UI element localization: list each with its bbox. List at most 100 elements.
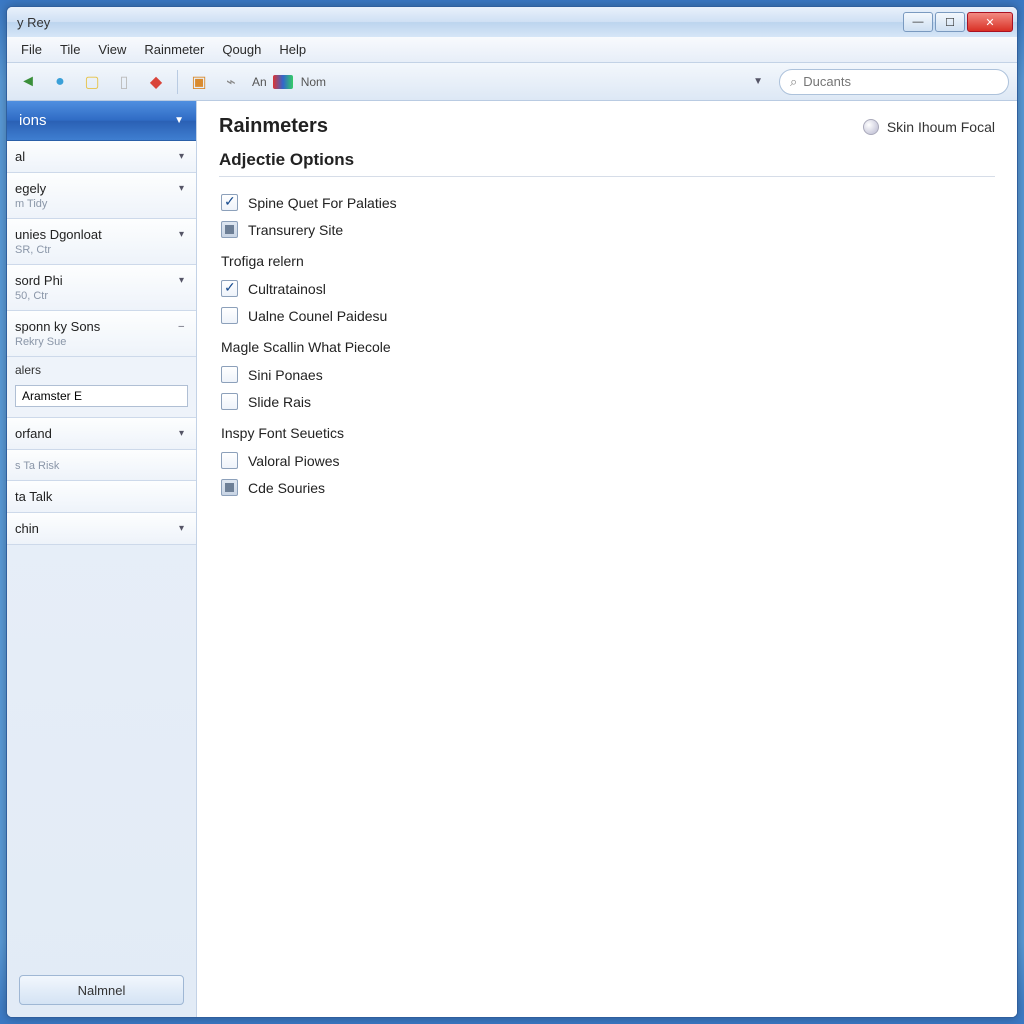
option-label: Sini Ponaes	[248, 367, 323, 383]
minimize-button[interactable]: —	[903, 12, 933, 32]
options-groups: Spine Quet For PalatiesTransurery SiteTr…	[219, 189, 995, 501]
menu-item[interactable]: Help	[279, 42, 306, 57]
sidebar-item[interactable]: ta Talk	[7, 481, 196, 513]
sidebar-item-label: sord Phi	[15, 273, 63, 288]
main-header: Rainmeters Skin Ihoum Focal	[219, 115, 995, 138]
search-box[interactable]: ⌕	[779, 69, 1009, 95]
sidebar-section-label: alers	[7, 357, 196, 381]
option-row[interactable]: Ualne Counel Paidesu	[219, 302, 995, 329]
option-row[interactable]: Valoral Piowes	[219, 447, 995, 474]
page-icon[interactable]: ▯	[111, 69, 137, 95]
app-window: y Rey — ☐ ✕ File Tile View Rainmeter Qou…	[6, 6, 1018, 1018]
checkbox[interactable]	[221, 194, 238, 211]
toolbar-separator	[177, 70, 178, 94]
option-row[interactable]: Sini Ponaes	[219, 361, 995, 388]
sidebar-item-label: orfand	[15, 426, 52, 441]
page-title: Rainmeters	[219, 115, 328, 138]
close-button[interactable]: ✕	[967, 12, 1013, 32]
note-icon[interactable]: ▢	[79, 69, 105, 95]
chevron-down-icon: ▼	[174, 115, 184, 126]
option-row[interactable]: Cultratainosl	[219, 275, 995, 302]
chevron-down-icon: ▾	[179, 229, 184, 240]
sidebar-input[interactable]	[15, 385, 188, 407]
option-label: Transurery Site	[248, 222, 343, 238]
option-row[interactable]: Spine Quet For Palaties	[219, 189, 995, 216]
option-row[interactable]: Slide Rais	[219, 388, 995, 415]
lock-icon[interactable]: ◆	[143, 69, 169, 95]
back-icon[interactable]: ◄	[15, 69, 41, 95]
toolbar-label: Nom	[301, 75, 326, 89]
color-swatch-icon[interactable]	[273, 75, 293, 89]
sidebar-item-label: sponn ky Sons	[15, 319, 100, 334]
option-row[interactable]: Transurery Site	[219, 216, 995, 243]
toolbar-dropdown[interactable]: ▼	[753, 76, 763, 87]
menu-item[interactable]: Qough	[222, 42, 261, 57]
chevron-down-icon: ▾	[179, 151, 184, 162]
option-label: Cultratainosl	[248, 281, 326, 297]
sidebar-item-label: al	[15, 149, 25, 164]
section-title: Adjectie Options	[219, 150, 995, 170]
menubar: File Tile View Rainmeter Qough Help	[7, 37, 1017, 63]
minus-icon: –	[178, 321, 184, 332]
option-group-label: Inspy Font Seuetics	[221, 425, 995, 441]
window-title: y Rey	[17, 15, 50, 30]
option-label: Cde Souries	[248, 480, 325, 496]
checkbox[interactable]	[221, 393, 238, 410]
search-input[interactable]	[803, 74, 998, 89]
skin-label: Skin Ihoum Focal	[887, 119, 995, 135]
sidebar-item-label: ta Talk	[15, 489, 184, 504]
globe-icon[interactable]: ●	[47, 69, 73, 95]
option-group-label: Magle Scallin What Piecole	[221, 339, 995, 355]
sidebar-item-label: unies Dgonloat	[15, 227, 102, 242]
sidebar-item[interactable]: al ▾	[7, 141, 196, 173]
body: ions ▼ al▾ egely▾ m Tidy unies Dgonloat▾…	[7, 101, 1017, 1017]
titlebar: y Rey — ☐ ✕	[7, 7, 1017, 37]
option-row[interactable]: Cde Souries	[219, 474, 995, 501]
checkbox[interactable]	[221, 452, 238, 469]
sidebar-item-sub: m Tidy	[15, 198, 184, 210]
menu-item[interactable]: File	[21, 42, 42, 57]
checkbox[interactable]	[221, 307, 238, 324]
option-label: Valoral Piowes	[248, 453, 340, 469]
window-controls: — ☐ ✕	[903, 12, 1013, 32]
edit-icon[interactable]: ⌁	[218, 69, 244, 95]
sidebar-item[interactable]: chin ▾	[7, 513, 196, 545]
chevron-down-icon: ▾	[179, 275, 184, 286]
sidebar-item-label: egely	[15, 181, 46, 196]
checkbox[interactable]	[221, 280, 238, 297]
section-divider	[219, 176, 995, 177]
toolbar: ◄ ● ▢ ▯ ◆ ▣ ⌁ An Nom ▼ ⌕	[7, 63, 1017, 101]
menu-item[interactable]: View	[98, 42, 126, 57]
option-label: Spine Quet For Palaties	[248, 195, 397, 211]
maximize-button[interactable]: ☐	[935, 12, 965, 32]
sidebar-item[interactable]: orfand▾	[7, 418, 196, 450]
menu-item[interactable]: Rainmeter	[144, 42, 204, 57]
search-icon: ⌕	[790, 74, 797, 90]
chevron-down-icon: ▾	[179, 523, 184, 534]
sidebar-item-sub: Rekry Sue	[15, 336, 184, 348]
checkbox[interactable]	[221, 366, 238, 383]
sidebar-item-sub: SR, Ctr	[15, 244, 184, 256]
checkbox[interactable]	[221, 479, 238, 496]
sidebar-item[interactable]: s Ta Risk	[7, 450, 196, 481]
skin-selector[interactable]: Skin Ihoum Focal	[863, 119, 995, 135]
sidebar-item-label: chin	[15, 521, 39, 536]
sidebar-action-button[interactable]: Nalmnel	[19, 975, 184, 1005]
sidebar-header-label: ions	[19, 112, 47, 129]
sidebar-footer: Nalmnel	[7, 963, 196, 1017]
folder-icon[interactable]: ▣	[186, 69, 212, 95]
sidebar: ions ▼ al▾ egely▾ m Tidy unies Dgonloat▾…	[7, 101, 197, 1017]
sidebar-item[interactable]: sponn ky Sons – Rekry Sue	[7, 311, 196, 357]
sidebar-header[interactable]: ions ▼	[7, 101, 196, 141]
sidebar-input-row	[7, 381, 196, 418]
sidebar-item-sub: 50, Ctr	[15, 290, 184, 302]
sidebar-item[interactable]: sord Phi ▾ 50, Ctr	[7, 265, 196, 311]
checkbox[interactable]	[221, 221, 238, 238]
sidebar-item[interactable]: egely▾ m Tidy	[7, 173, 196, 219]
sidebar-item[interactable]: unies Dgonloat ▾ SR, Ctr	[7, 219, 196, 265]
option-label: Slide Rais	[248, 394, 311, 410]
menu-item[interactable]: Tile	[60, 42, 80, 57]
skin-dot-icon	[863, 119, 879, 135]
sidebar-item-sub: s Ta Risk	[15, 460, 184, 472]
option-label: Ualne Counel Paidesu	[248, 308, 387, 324]
